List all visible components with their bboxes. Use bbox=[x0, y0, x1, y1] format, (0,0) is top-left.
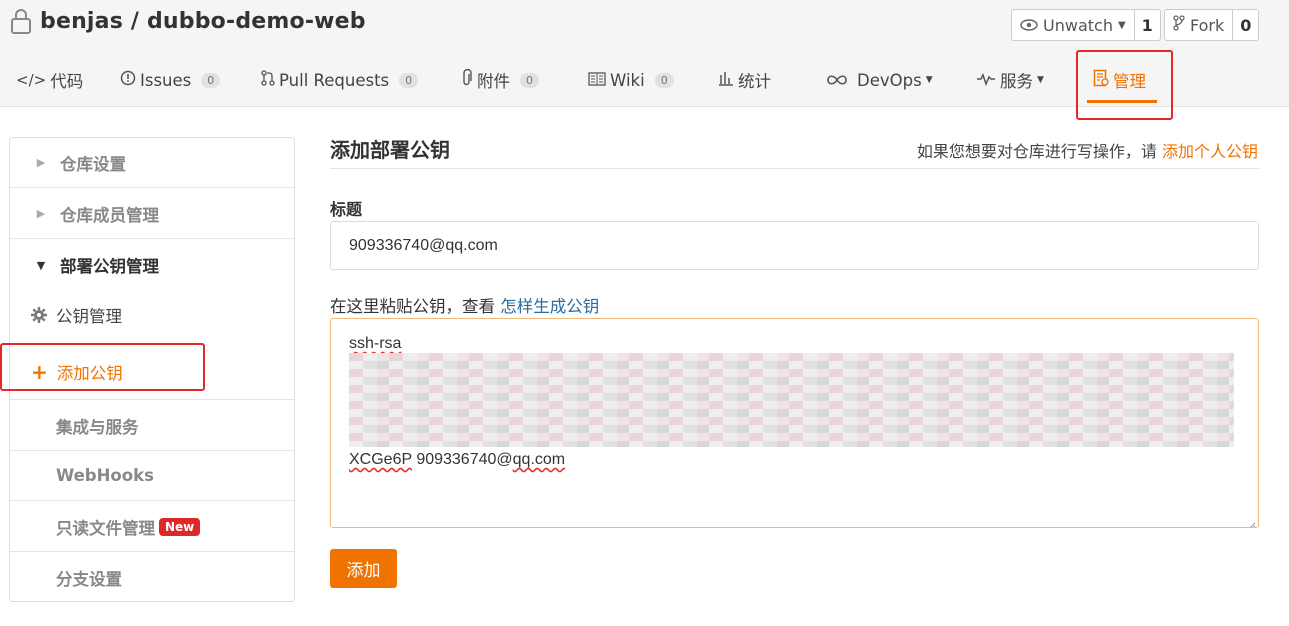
watch-group[interactable]: Unwatch ▼ 1 bbox=[1011, 9, 1161, 41]
fork-count[interactable]: 0 bbox=[1233, 10, 1258, 40]
repo-name[interactable]: benjas / dubbo-demo-web bbox=[40, 9, 366, 34]
book-icon bbox=[588, 71, 606, 90]
issue-icon bbox=[120, 70, 136, 90]
unwatch-label: Unwatch bbox=[1043, 15, 1113, 35]
sidebar-item-webhooks[interactable]: WebHooks bbox=[10, 451, 294, 501]
key-line-last: XCGe6P 909336740@qq.com bbox=[349, 451, 565, 469]
tab-attachments-label: 附件 bbox=[477, 72, 510, 91]
title-input[interactable] bbox=[330, 221, 1259, 270]
resize-handle-icon[interactable] bbox=[1247, 516, 1256, 527]
lock-icon bbox=[10, 8, 32, 34]
sidebar-item-label: 仓库成员管理 bbox=[60, 205, 159, 225]
personal-key-hint: 如果您想要对仓库进行写操作，请 添加个人公钥 bbox=[917, 138, 1258, 162]
pulse-icon bbox=[976, 71, 996, 90]
bar-chart-icon bbox=[718, 70, 734, 90]
tab-devops-label: DevOps bbox=[857, 70, 922, 90]
wiki-count-badge: 0 bbox=[654, 72, 674, 88]
tab-service[interactable]: 服务 ▼ bbox=[976, 68, 1044, 92]
sidebar-item-branch-settings[interactable]: 分支设置 bbox=[10, 553, 294, 603]
tab-code-label: 代码 bbox=[50, 72, 84, 91]
tab-issues-label: Issues bbox=[140, 70, 192, 90]
public-key-textarea[interactable]: ssh-rsa XCGe6P 909336740@qq.com bbox=[330, 318, 1259, 528]
title-label: 标题 bbox=[330, 200, 363, 219]
fork-button[interactable]: Fork bbox=[1165, 10, 1234, 40]
eye-icon bbox=[1020, 16, 1038, 35]
tab-wiki-label: Wiki bbox=[610, 70, 645, 90]
sidebar-item-label: 公钥管理 bbox=[56, 307, 122, 326]
tab-pull-requests[interactable]: Pull Requests 0 bbox=[261, 68, 419, 92]
sidebar-item-label: 只读文件管理 bbox=[56, 518, 155, 538]
tab-devops[interactable]: DevOps ▼ bbox=[825, 68, 933, 92]
tab-stats[interactable]: 统计 bbox=[718, 68, 771, 92]
new-badge: New bbox=[159, 517, 201, 536]
key-email-user: 909336740@ bbox=[416, 451, 513, 468]
sidebar-item-members[interactable]: ▶ 仓库成员管理 bbox=[10, 189, 294, 239]
sidebar-item-label: 集成与服务 bbox=[56, 417, 139, 437]
highlight-box-add-key bbox=[0, 343, 205, 391]
key-email-domain: qq.com bbox=[512, 451, 566, 468]
caret-down-icon: ▼ bbox=[1117, 19, 1126, 31]
tab-service-label: 服务 bbox=[1000, 72, 1033, 91]
repo-title: benjas / dubbo-demo-web bbox=[10, 8, 366, 34]
infinity-icon bbox=[825, 71, 849, 90]
tab-issues[interactable]: Issues 0 bbox=[120, 68, 221, 92]
issues-count-badge: 0 bbox=[201, 72, 221, 88]
how-to-generate-key-link[interactable]: 怎样生成公钥 bbox=[500, 297, 599, 316]
key-label-text: 在这里粘贴公钥，查看 bbox=[330, 297, 495, 316]
sidebar-item-integrations[interactable]: 集成与服务 bbox=[10, 401, 294, 451]
sidebar-item-key-manage[interactable]: 公钥管理 bbox=[10, 290, 294, 340]
redacted-key-blur bbox=[349, 353, 1234, 447]
pull-request-icon bbox=[261, 70, 275, 90]
sidebar-item-repo-settings[interactable]: ▶ 仓库设置 bbox=[10, 138, 294, 188]
paperclip-icon bbox=[461, 68, 473, 91]
key-line-first: ssh-rsa bbox=[349, 335, 402, 352]
tab-code[interactable]: </> 代码 bbox=[16, 68, 83, 92]
tab-attachments[interactable]: 附件 0 bbox=[461, 68, 539, 92]
code-icon: </> bbox=[16, 71, 47, 89]
caret-down-icon: ▼ bbox=[925, 75, 933, 85]
gear-icon bbox=[30, 306, 48, 324]
key-tail-text: XCGe6P bbox=[349, 451, 412, 468]
fork-group[interactable]: Fork 0 bbox=[1164, 9, 1260, 41]
sidebar-item-deploy-keys[interactable]: ▼ 部署公钥管理 bbox=[10, 240, 294, 290]
caret-right-icon: ▶ bbox=[36, 207, 46, 220]
caret-down-icon: ▼ bbox=[36, 258, 46, 272]
sidebar-item-label: 仓库设置 bbox=[60, 154, 126, 174]
fork-icon bbox=[1173, 15, 1185, 35]
tab-stats-label: 统计 bbox=[738, 72, 771, 91]
highlight-box-manage bbox=[1076, 50, 1173, 120]
caret-right-icon: ▶ bbox=[36, 156, 46, 169]
sidebar-item-readonly-files[interactable]: 只读文件管理 New bbox=[10, 502, 294, 552]
sidebar-item-label: 分支设置 bbox=[56, 570, 122, 589]
caret-down-icon: ▼ bbox=[1037, 75, 1044, 85]
title-divider bbox=[330, 168, 1259, 169]
add-key-submit-button[interactable]: 添加 bbox=[330, 549, 397, 588]
hint-text: 如果您想要对仓库进行写操作，请 bbox=[916, 142, 1157, 161]
unwatch-button[interactable]: Unwatch ▼ bbox=[1012, 10, 1135, 40]
pulls-count-badge: 0 bbox=[399, 72, 419, 88]
watch-count[interactable]: 1 bbox=[1135, 10, 1160, 40]
attachments-count-badge: 0 bbox=[520, 72, 539, 88]
add-personal-key-link[interactable]: 添加个人公钥 bbox=[1162, 142, 1258, 161]
page-title: 添加部署公钥 bbox=[330, 138, 450, 162]
sidebar-item-label: 部署公钥管理 bbox=[60, 257, 159, 276]
sidebar-item-label: WebHooks bbox=[56, 466, 154, 485]
fork-label: Fork bbox=[1190, 15, 1225, 35]
key-label: 在这里粘贴公钥，查看 怎样生成公钥 bbox=[330, 293, 599, 317]
tab-pull-requests-label: Pull Requests bbox=[279, 70, 390, 90]
tab-wiki[interactable]: Wiki 0 bbox=[588, 68, 674, 92]
